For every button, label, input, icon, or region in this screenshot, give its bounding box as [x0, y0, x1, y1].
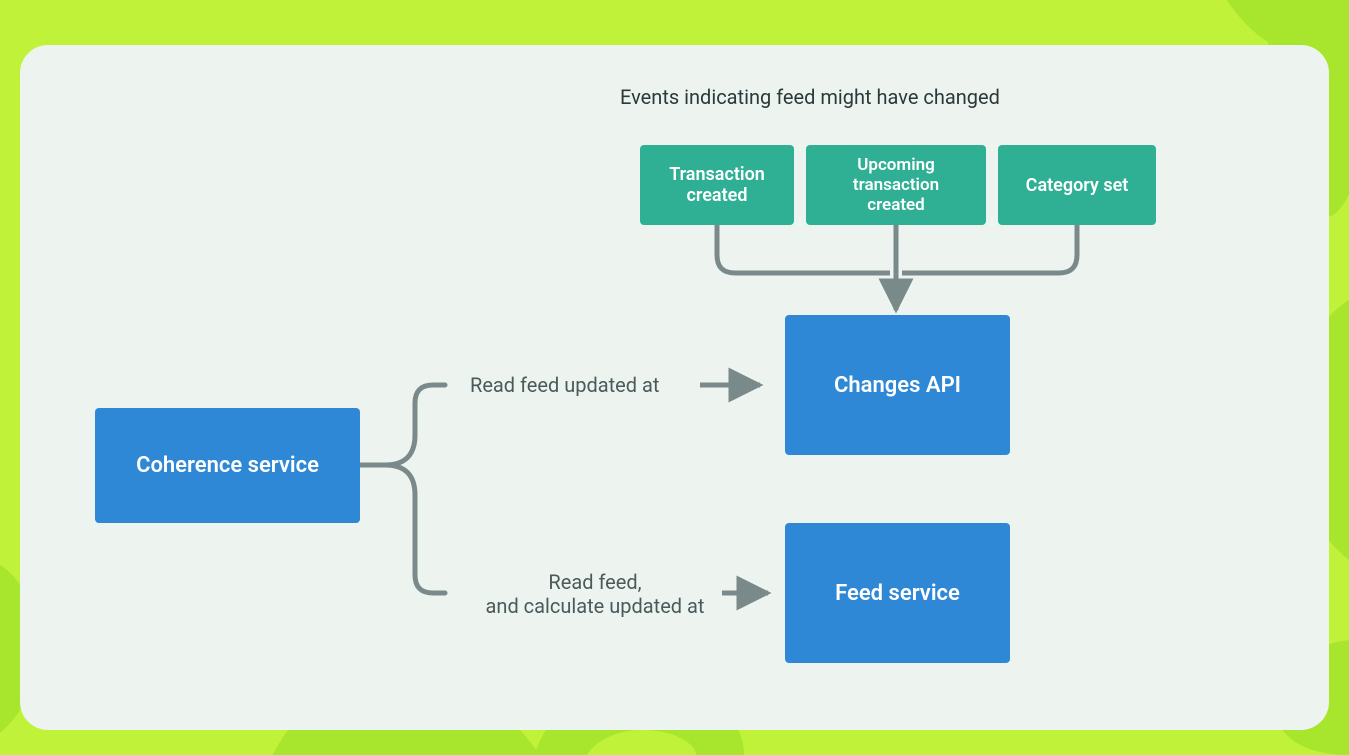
- service-coherence: Coherence service: [95, 408, 360, 523]
- edge-label-read-feed-line2: and calculate updated at: [470, 594, 720, 618]
- service-feed: Feed service: [785, 523, 1010, 663]
- edge-label-read-feed-line1: Read feed,: [470, 570, 720, 594]
- edge-label-read-feed-calc: Read feed, and calculate updated at: [470, 570, 720, 618]
- event-category-set: Category set: [998, 145, 1156, 225]
- service-changes-api: Changes API: [785, 315, 1010, 455]
- events-heading: Events indicating feed might have change…: [620, 85, 1000, 109]
- diagram-panel: Events indicating feed might have change…: [20, 45, 1329, 730]
- diagram-canvas: Events indicating feed might have change…: [20, 45, 1329, 730]
- diagram-background: Events indicating feed might have change…: [0, 0, 1349, 755]
- event-transaction-created: Transaction created: [640, 145, 794, 225]
- edge-label-read-feed-updated-at: Read feed updated at: [470, 373, 659, 397]
- event-upcoming-transaction-created: Upcoming transaction created: [806, 145, 986, 225]
